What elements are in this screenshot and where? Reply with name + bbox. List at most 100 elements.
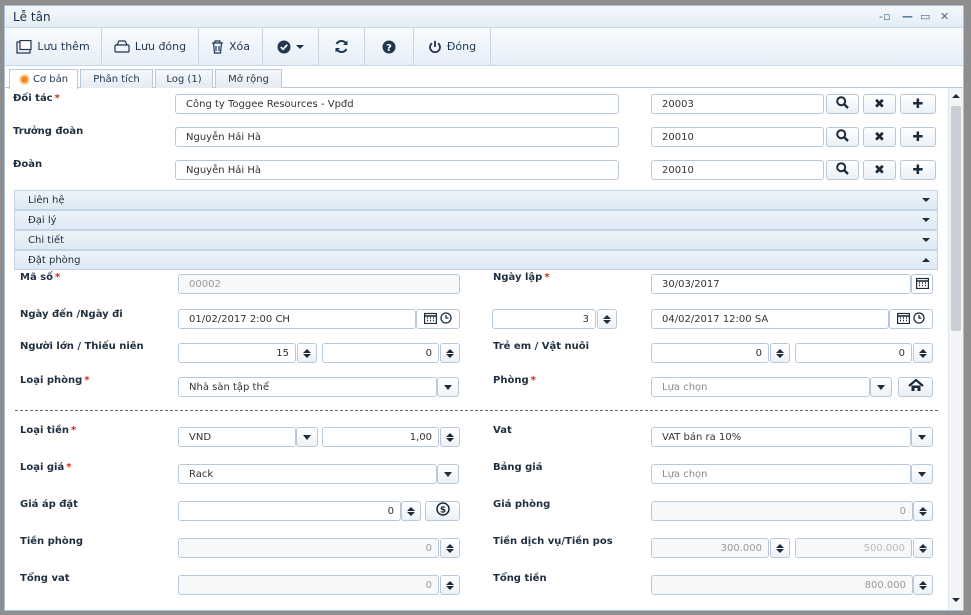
room-label: Phòng * (493, 375, 536, 386)
tab-basic[interactable]: Cơ bản (9, 69, 78, 89)
price-type-dropdown-button[interactable] (437, 464, 459, 484)
price-list-select[interactable]: Lựa chọn (651, 464, 911, 484)
teens-stepper[interactable] (440, 343, 460, 363)
teens-field[interactable]: 0 (322, 343, 439, 363)
section-contact[interactable]: Liên hệ (14, 190, 938, 210)
price-list-dropdown-button[interactable] (911, 464, 933, 484)
room-charge-stepper[interactable] (440, 538, 460, 558)
chevron-down-icon (444, 471, 452, 477)
exchange-rate-stepper[interactable] (440, 427, 460, 447)
total-vat-stepper[interactable] (440, 575, 460, 595)
tab-log[interactable]: Log (1) (155, 69, 213, 88)
currency-select[interactable]: VND (178, 427, 296, 447)
tab-extended[interactable]: Mở rộng (215, 69, 282, 88)
section-details[interactable]: Chi tiết (14, 230, 938, 250)
section-agency[interactable]: Đại lý (14, 210, 938, 230)
vat-dropdown-button[interactable] (911, 427, 933, 447)
total-stepper[interactable] (913, 575, 933, 595)
chevron-down-icon (919, 548, 927, 553)
departure-field[interactable]: 04/02/2017 12:00 SA (651, 309, 889, 329)
delete-button[interactable]: Xóa (199, 28, 263, 65)
leader-code-field[interactable]: 20010 (651, 127, 824, 147)
applied-price-label: Giá áp đặt (20, 499, 78, 510)
exchange-rate-field[interactable]: 1,00 (322, 427, 439, 447)
partner-clear-button[interactable]: ✖ (863, 94, 896, 114)
partner-code-field[interactable]: 20003 (651, 94, 824, 114)
pets-field[interactable]: 0 (795, 343, 912, 363)
group-add-button[interactable]: ✚ (900, 160, 936, 180)
children-stepper[interactable] (770, 343, 790, 363)
nights-stepper[interactable] (597, 309, 617, 329)
section-agency-label: Đại lý (28, 214, 57, 226)
partner-field[interactable]: Công ty Toggee Resources - Vpđd (175, 94, 619, 114)
applied-price-stepper[interactable] (401, 501, 421, 521)
plus-icon: ✚ (912, 129, 924, 145)
currency-dropdown-button[interactable] (296, 427, 318, 447)
tab-analysis[interactable]: Phân tích (80, 69, 153, 88)
search-icon (836, 128, 849, 146)
section-booking[interactable]: Đặt phòng (14, 250, 938, 270)
price-type-select[interactable]: Rack (178, 464, 437, 484)
refresh-button[interactable] (319, 28, 365, 65)
help-button[interactable]: ? (365, 28, 414, 65)
leader-clear-button[interactable]: ✖ (863, 127, 896, 147)
save-close-button[interactable]: Lưu đóng (102, 28, 199, 65)
minimize-icon[interactable]: — (902, 10, 913, 23)
room-select[interactable]: Lựa chọn (651, 377, 870, 397)
close-button[interactable]: Đóng (414, 28, 491, 65)
service-charge-stepper[interactable] (770, 538, 790, 558)
arrival-field[interactable]: 01/02/2017 2:00 CH (178, 309, 416, 329)
arrive-depart-label: Ngày đến /Ngày đi (20, 309, 123, 320)
group-code-field[interactable]: 20010 (651, 160, 824, 180)
group-clear-button[interactable]: ✖ (863, 160, 896, 180)
room-dropdown-button[interactable] (870, 377, 892, 397)
room-price-stepper[interactable] (913, 501, 933, 521)
scroll-down-icon[interactable] (952, 598, 960, 602)
group-field[interactable]: Nguyễn Hải Hà (175, 160, 619, 180)
leader-add-button[interactable]: ✚ (900, 127, 936, 147)
room-type-dropdown-button[interactable] (437, 377, 459, 397)
leader-field[interactable]: Nguyễn Hải Hà (175, 127, 619, 147)
price-type-label-text: Loại giá (20, 462, 65, 473)
room-price-label: Giá phòng (493, 499, 551, 510)
scroll-up-icon[interactable] (952, 94, 960, 98)
chevron-down-icon (407, 511, 415, 516)
partner-search-button[interactable] (826, 94, 859, 114)
pos-charge-stepper[interactable] (913, 538, 933, 558)
scrollbar-thumb[interactable] (951, 106, 961, 331)
children-field[interactable]: 0 (651, 343, 769, 363)
booking-code-field[interactable]: 00002 (178, 274, 460, 294)
arrival-picker-buttons[interactable] (416, 309, 460, 329)
approve-dropdown-button[interactable] (263, 28, 319, 65)
adults-field[interactable]: 15 (178, 343, 296, 363)
close-icon[interactable]: ✕ (940, 10, 949, 23)
tab-basic-label: Cơ bản (32, 74, 69, 85)
room-type-select[interactable]: Nhà sàn tập thể (178, 377, 437, 397)
save-new-icon (16, 39, 32, 54)
pets-stepper[interactable] (913, 343, 933, 363)
nights-field[interactable]: 3 (492, 309, 596, 329)
save-new-button[interactable]: Lưu thêm (5, 28, 102, 65)
chevron-up-icon (776, 348, 784, 353)
room-charge-label: Tiền phòng (20, 536, 84, 547)
room-label-text: Phòng (493, 375, 529, 386)
room-map-button[interactable] (898, 377, 933, 397)
vat-select[interactable]: VAT bán ra 10% (651, 427, 911, 447)
departure-picker-buttons[interactable] (889, 309, 933, 329)
vertical-scrollbar[interactable] (948, 88, 963, 610)
window-title: Lễ tân (13, 10, 51, 24)
pin-icon[interactable]: -▫ (879, 10, 890, 23)
leader-search-button[interactable] (826, 127, 859, 147)
currency-button[interactable]: $ (425, 501, 460, 521)
partner-add-button[interactable]: ✚ (900, 94, 936, 114)
applied-price-field[interactable]: 0 (178, 501, 401, 521)
form-content: Đối tác * Công ty Toggee Resources - Vpđd… (5, 88, 948, 610)
maximize-icon[interactable]: ▭ (920, 10, 930, 23)
chevron-up-icon (303, 348, 311, 353)
currency-label: Loại tiền * (20, 425, 76, 436)
chevron-up-icon (407, 506, 415, 511)
group-search-button[interactable] (826, 160, 859, 180)
created-date-field[interactable]: 30/03/2017 (651, 274, 911, 294)
created-date-calendar-button[interactable] (911, 274, 933, 294)
adults-stepper[interactable] (297, 343, 317, 363)
